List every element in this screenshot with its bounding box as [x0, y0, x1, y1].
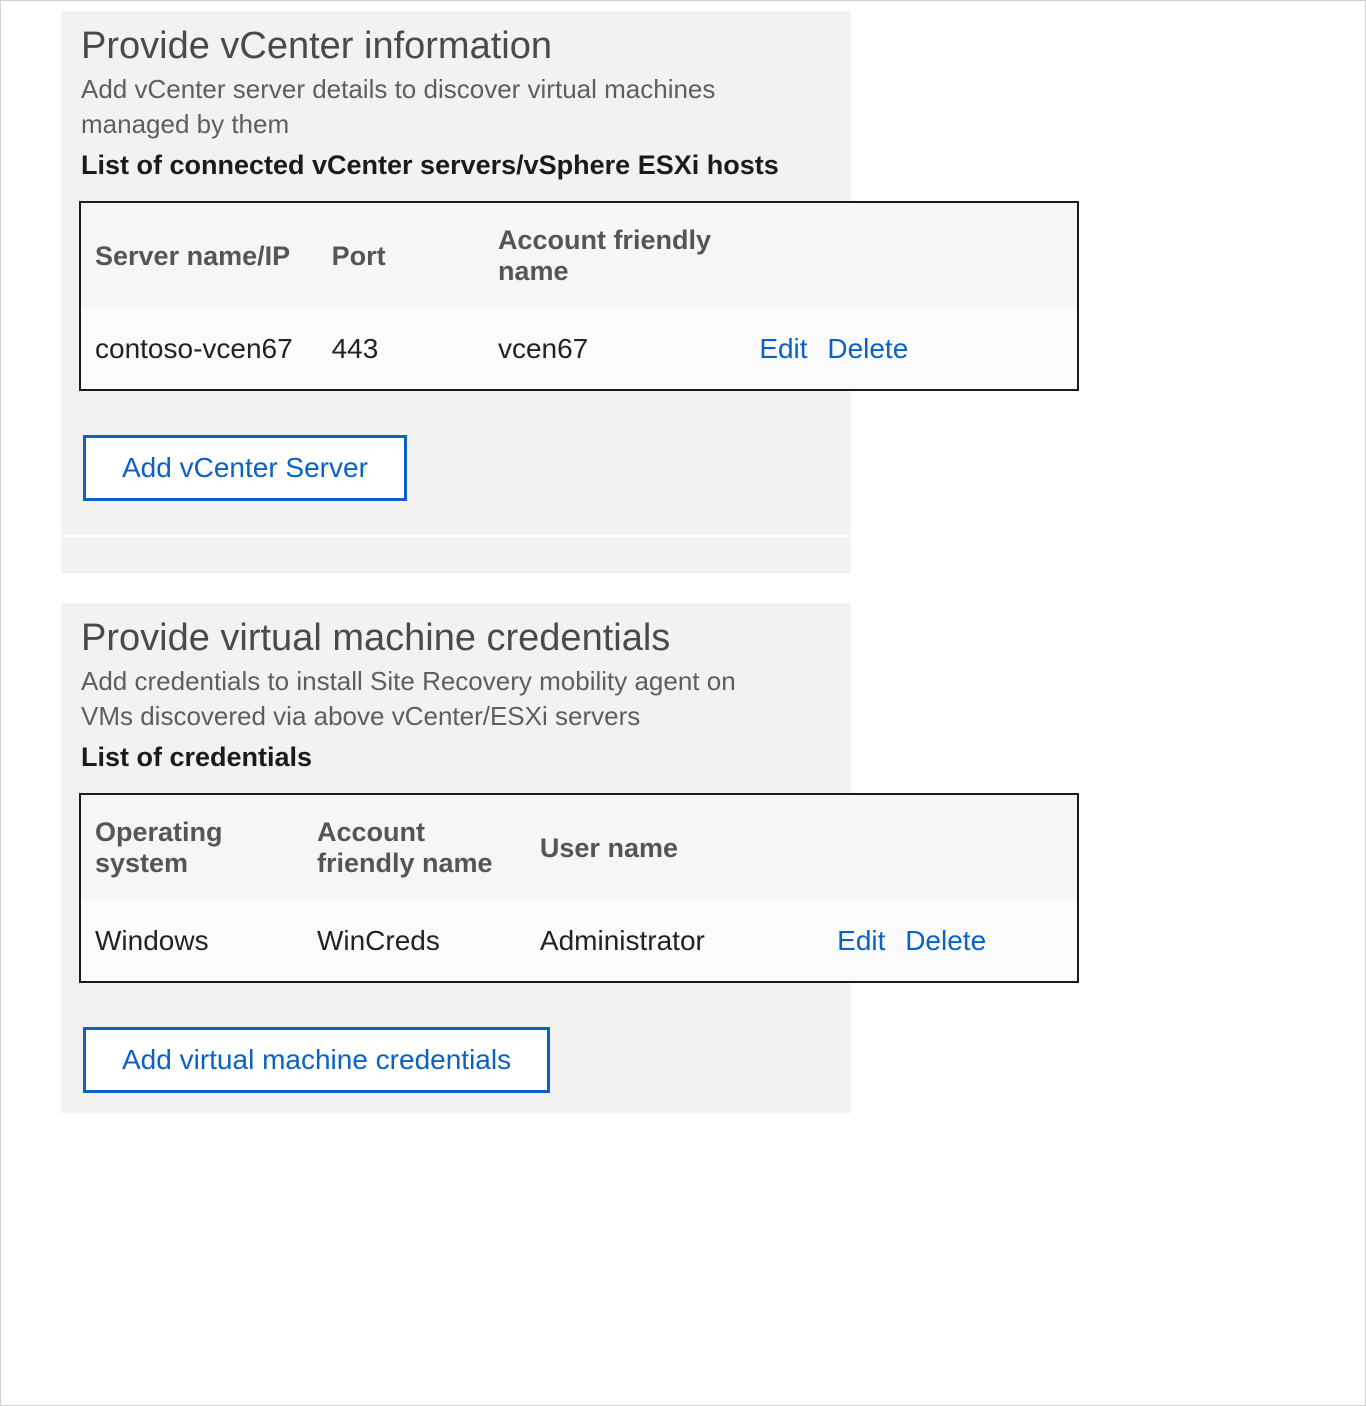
cell-account: vcen67	[484, 309, 745, 390]
cell-os: Windows	[80, 901, 303, 982]
vcenter-section: Provide vCenter information Add vCenter …	[61, 11, 851, 535]
col-account: Account friendly name	[303, 794, 526, 901]
col-server: Server name/IP	[80, 202, 318, 309]
table-row: Windows WinCreds Administrator Edit Dele…	[80, 901, 1078, 982]
cell-server: contoso-vcen67	[80, 309, 318, 390]
credentials-table: Operating system Account friendly name U…	[79, 793, 1079, 983]
table-row: contoso-vcen67 443 vcen67 Edit Delete	[80, 309, 1078, 390]
credentials-title: Provide virtual machine credentials	[81, 617, 831, 660]
col-actions	[745, 202, 1078, 309]
cell-actions: Edit Delete	[823, 901, 1078, 982]
vcenter-title: Provide vCenter information	[81, 25, 831, 68]
add-vcenter-button[interactable]: Add vCenter Server	[83, 435, 407, 501]
col-os: Operating system	[80, 794, 303, 901]
section-divider	[61, 537, 851, 573]
vcenter-table: Server name/IP Port Account friendly nam…	[79, 201, 1079, 391]
table-header-row: Server name/IP Port Account friendly nam…	[80, 202, 1078, 309]
vcenter-list-label: List of connected vCenter servers/vSpher…	[81, 150, 781, 181]
col-account: Account friendly name	[484, 202, 745, 309]
col-port: Port	[318, 202, 484, 309]
edit-link[interactable]: Edit	[837, 925, 885, 956]
delete-link[interactable]: Delete	[827, 333, 908, 364]
edit-link[interactable]: Edit	[759, 333, 807, 364]
cell-username: Administrator	[526, 901, 823, 982]
config-panel: Provide vCenter information Add vCenter …	[0, 0, 1366, 1406]
credentials-list-label: List of credentials	[81, 742, 781, 773]
col-actions	[823, 794, 1078, 901]
cell-account: WinCreds	[303, 901, 526, 982]
delete-link[interactable]: Delete	[905, 925, 986, 956]
credentials-description: Add credentials to install Site Recovery…	[81, 664, 781, 734]
credentials-section: Provide virtual machine credentials Add …	[61, 603, 851, 1113]
cell-actions: Edit Delete	[745, 309, 1078, 390]
table-header-row: Operating system Account friendly name U…	[80, 794, 1078, 901]
vcenter-description: Add vCenter server details to discover v…	[81, 72, 781, 142]
add-credentials-button[interactable]: Add virtual machine credentials	[83, 1027, 550, 1093]
col-username: User name	[526, 794, 823, 901]
cell-port: 443	[318, 309, 484, 390]
